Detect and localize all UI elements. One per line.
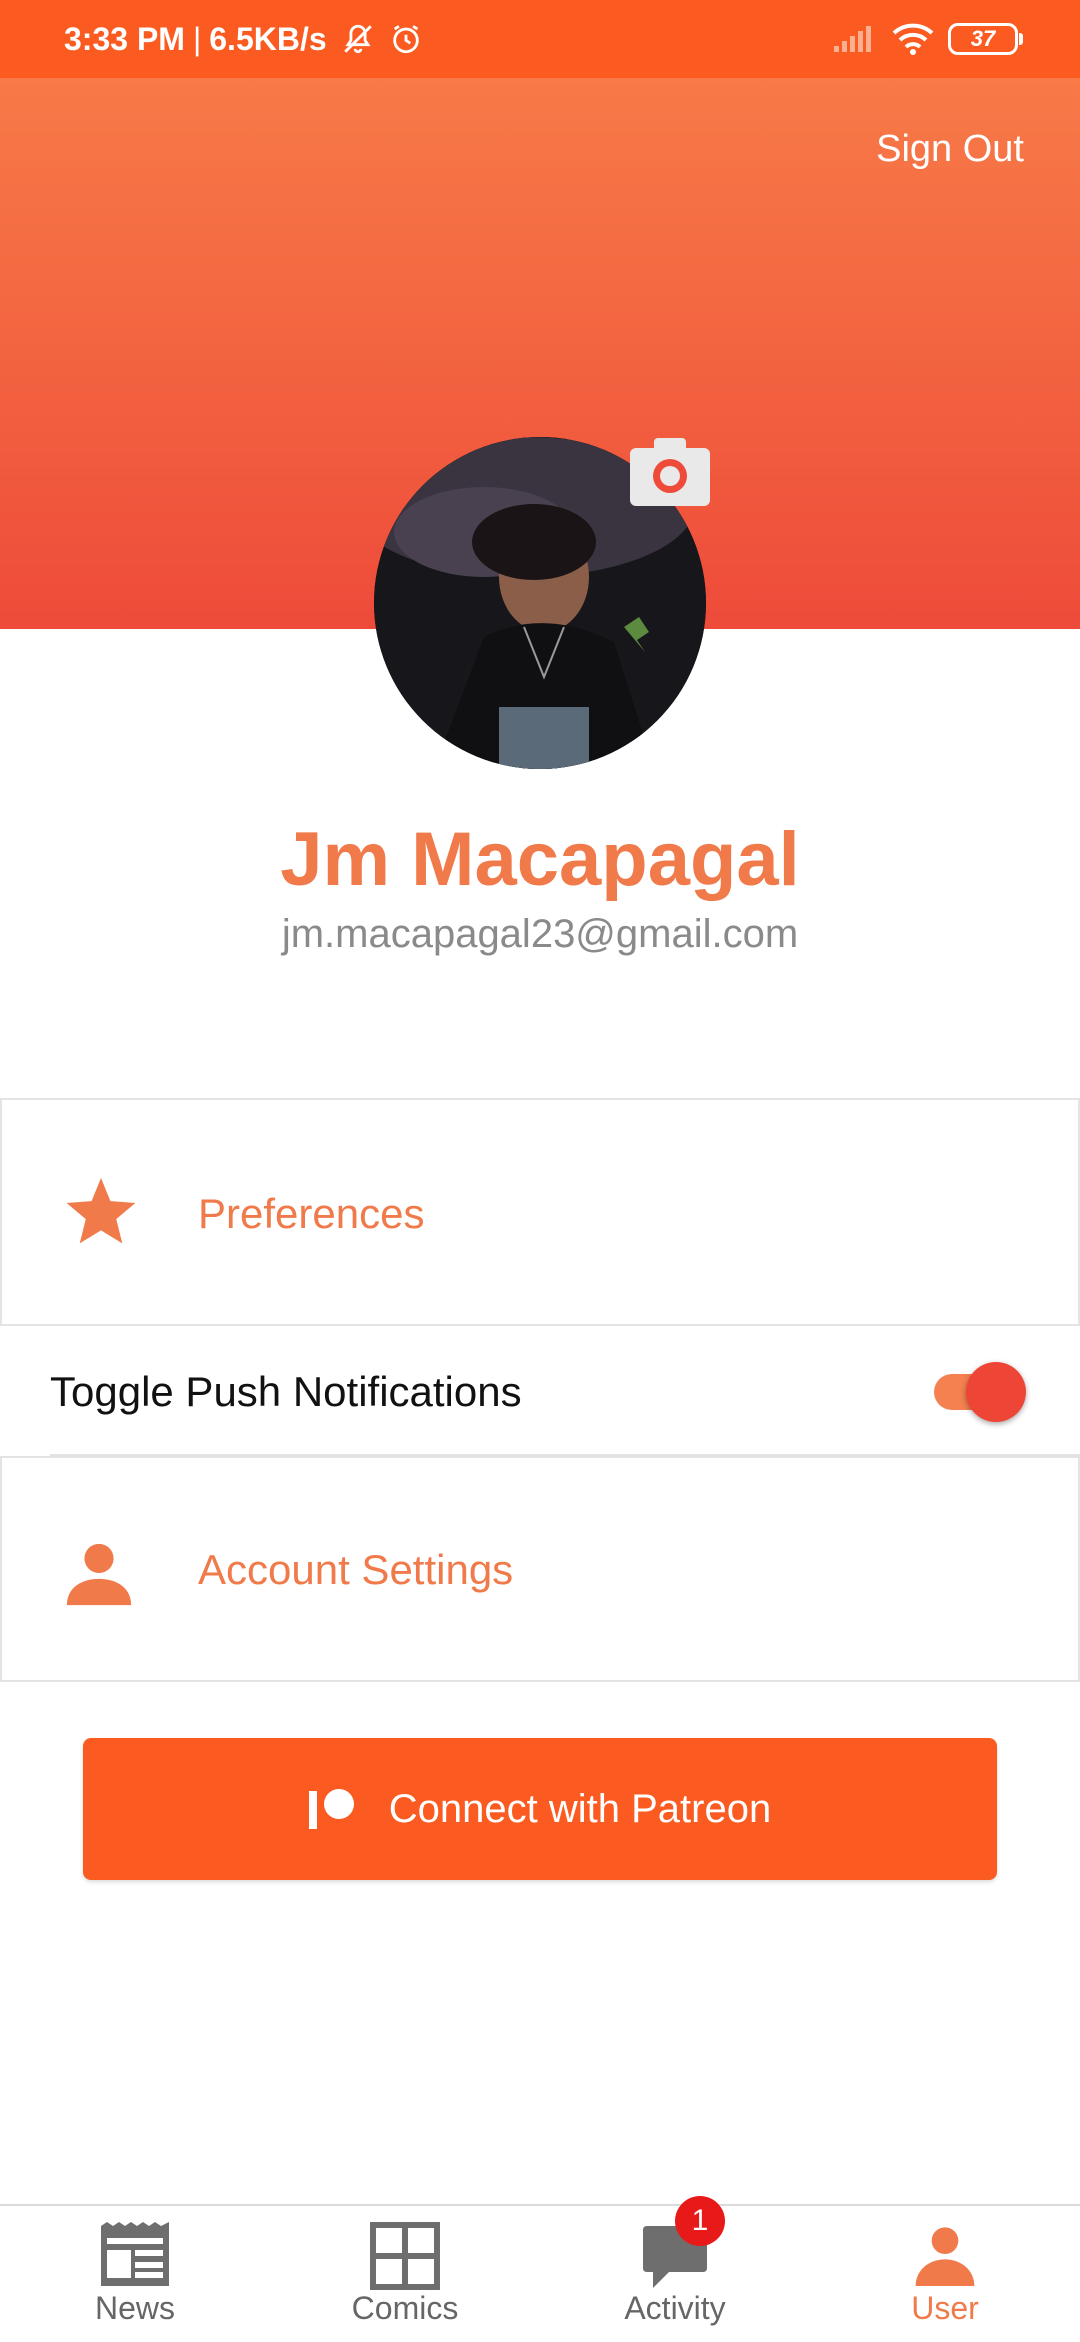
activity-badge: 1 (675, 2196, 725, 2246)
connect-patreon-label: Connect with Patreon (388, 1786, 772, 1831)
connect-patreon-button[interactable]: Connect with Patreon (83, 1738, 997, 1880)
battery-icon: 37 (948, 23, 1023, 55)
nav-comics-label: Comics (351, 2290, 459, 2326)
nav-news[interactable]: News (0, 2206, 270, 2342)
newspaper-icon (99, 2222, 171, 2291)
person-icon (64, 1540, 134, 1611)
profile-name: Jm Macapagal (280, 817, 800, 902)
nav-news-label: News (94, 2290, 175, 2326)
push-notifications-toggle-knob[interactable] (966, 1362, 1026, 1422)
grid-icon (370, 2222, 440, 2295)
account-settings-item[interactable]: Account Settings (0, 1456, 1080, 1682)
sign-out-button[interactable]: Sign Out (876, 128, 1024, 171)
preferences-item[interactable]: Preferences (0, 1098, 1080, 1326)
patreon-icon (308, 1787, 357, 1831)
bell-off-icon (341, 22, 375, 56)
account-settings-label: Account Settings (198, 1546, 514, 1593)
status-separator: | (192, 20, 202, 57)
star-icon (64, 1178, 138, 1253)
user-icon (913, 2222, 977, 2291)
nav-comics[interactable]: Comics (270, 2206, 540, 2342)
status-right: 37 (816, 0, 1023, 78)
status-speed: 6.5KB/s (209, 20, 327, 57)
nav-user-label: User (911, 2290, 979, 2326)
push-notifications-label: Toggle Push Notifications (50, 1368, 522, 1415)
alarm-icon (389, 22, 423, 56)
bottom-nav: News Comics Activity User (0, 2204, 1080, 2342)
battery-level: 37 (970, 26, 996, 51)
nav-user[interactable]: User (810, 2206, 1080, 2342)
preferences-label: Preferences (198, 1190, 425, 1237)
camera-icon[interactable] (628, 434, 712, 508)
nav-activity-label: Activity (624, 2290, 726, 2326)
signal-icon (834, 24, 874, 54)
wifi-icon (892, 23, 934, 55)
status-left: 3:33 PM | 6.5KB/s (64, 0, 423, 78)
push-notifications-row: Toggle Push Notifications (0, 1326, 1080, 1456)
status-time: 3:33 PM (64, 20, 185, 57)
status-bar: 3:33 PM | 6.5KB/s 37 (0, 0, 1080, 78)
profile-email: jm.macapagal23@gmail.com (281, 912, 799, 956)
